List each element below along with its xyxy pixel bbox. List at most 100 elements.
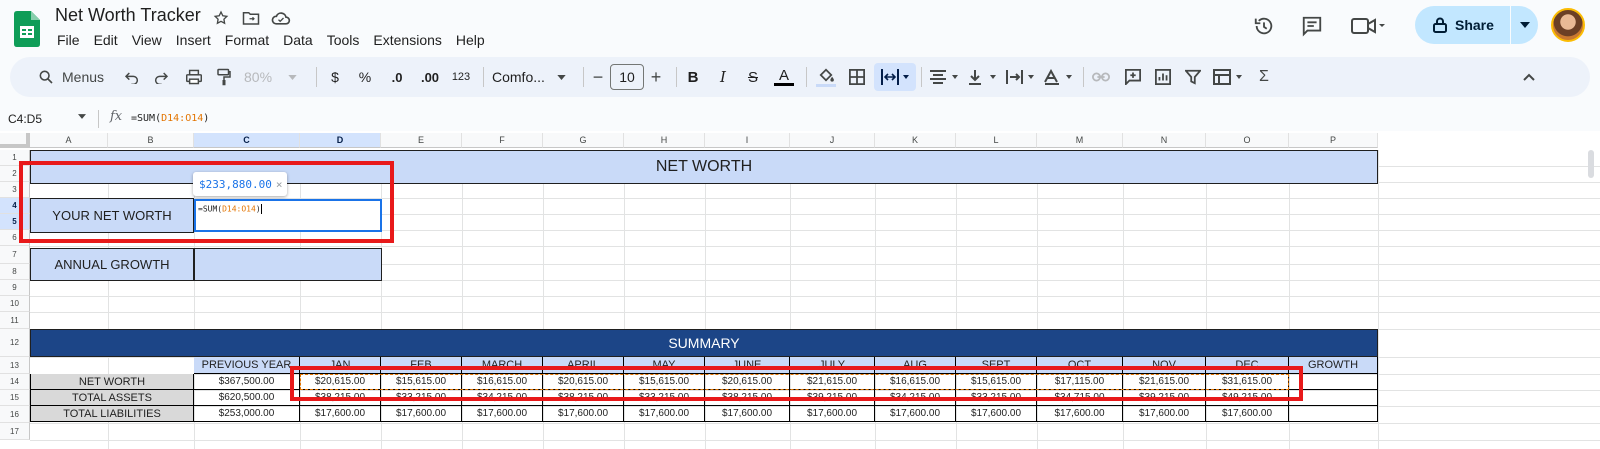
row-header-9[interactable]: 9 [0,280,30,296]
table-cell[interactable]: $17,600.00 [1206,406,1289,422]
menu-tools[interactable]: Tools [320,31,367,49]
borders-icon[interactable] [846,65,868,89]
font-size-decrease-button[interactable]: − [590,65,606,89]
row-header-7[interactable]: 7 [0,246,30,264]
percent-format-button[interactable]: % [356,65,374,89]
summary-title-band[interactable]: SUMMARY [30,329,1378,357]
row-header-14[interactable]: 14 [0,374,30,390]
column-header-k[interactable]: K [875,133,956,148]
column-header-a[interactable]: A [30,133,108,148]
table-cell[interactable]: $367,500.00 [194,374,300,390]
increase-decimal-button[interactable]: .00 [415,65,445,89]
italic-button[interactable]: I [714,65,732,89]
column-header-o[interactable]: O [1206,133,1289,148]
table-cell[interactable]: $17,600.00 [543,406,624,422]
row-header-15[interactable]: 15 [0,390,30,406]
insert-comment-icon[interactable] [1122,65,1144,89]
column-header-m[interactable]: M [1037,133,1123,148]
currency-format-button[interactable]: $ [326,65,344,89]
vertical-align-icon[interactable] [965,65,999,89]
version-history-icon[interactable] [1249,13,1279,39]
strikethrough-button[interactable]: S [744,65,762,89]
table-cell[interactable]: $253,000.00 [194,406,300,422]
more-formats-button[interactable]: 123 [448,65,474,89]
paint-format-icon[interactable] [212,65,236,89]
filter-icon[interactable] [1182,65,1204,89]
menu-help[interactable]: Help [449,31,492,49]
merge-cells-icon[interactable] [874,63,916,91]
row-header-8[interactable]: 8 [0,264,30,280]
row-header-16[interactable]: 16 [0,406,30,423]
table-header-cell[interactable]: PREVIOUS YEAR [194,357,300,374]
column-header-g[interactable]: G [543,133,624,148]
undo-icon[interactable] [120,65,144,89]
column-header-i[interactable]: I [705,133,790,148]
avatar[interactable] [1551,8,1585,42]
annual-growth-value-cell[interactable] [194,248,382,281]
search-menus[interactable]: Menus [28,63,114,91]
menu-data[interactable]: Data [276,31,320,49]
table-cell[interactable]: $17,600.00 [705,406,790,422]
insert-chart-icon[interactable] [1152,65,1174,89]
table-cell[interactable]: $17,600.00 [624,406,705,422]
collapse-toolbar-icon[interactable] [1518,65,1540,89]
table-cell[interactable]: $17,600.00 [381,406,462,422]
text-rotation-icon[interactable] [1041,65,1075,89]
document-title[interactable]: Net Worth Tracker [55,5,201,26]
select-all-corner[interactable] [0,133,30,148]
font-select[interactable]: Comfo... [492,65,572,89]
share-button[interactable]: Share [1415,6,1538,44]
table-cell[interactable]: $17,600.00 [790,406,875,422]
chevron-down-icon[interactable] [78,114,86,119]
table-cell[interactable]: $17,600.00 [462,406,543,422]
table-cell[interactable]: $17,600.00 [875,406,956,422]
text-color-button[interactable]: A [772,65,796,89]
column-header-b[interactable]: B [108,133,194,148]
column-header-f[interactable]: F [462,133,543,148]
column-header-j[interactable]: J [790,133,875,148]
row-header-13[interactable]: 13 [0,357,30,374]
functions-button[interactable]: Σ [1253,65,1275,89]
row-header-11[interactable]: 11 [0,312,30,329]
row-header-10[interactable]: 10 [0,296,30,312]
column-header-e[interactable]: E [381,133,462,148]
table-cell[interactable]: $17,600.00 [1123,406,1206,422]
menu-view[interactable]: View [125,31,169,49]
table-cell[interactable]: $17,600.00 [1037,406,1123,422]
menu-extensions[interactable]: Extensions [366,31,448,49]
column-header-l[interactable]: L [956,133,1037,148]
decrease-decimal-button[interactable]: .0 [384,65,410,89]
comments-icon[interactable] [1297,13,1327,39]
menu-format[interactable]: Format [218,31,276,49]
vertical-scrollbar[interactable] [1588,150,1594,178]
table-cell[interactable]: $620,500.00 [194,390,300,406]
table-row-label[interactable]: NET WORTH [30,374,194,390]
table-cell[interactable] [1289,406,1378,422]
meet-icon[interactable] [1348,13,1388,39]
font-size-input[interactable]: 10 [610,64,644,90]
move-folder-icon[interactable] [241,8,261,28]
horizontal-align-icon[interactable] [927,65,961,89]
row-header-12[interactable]: 12 [0,329,30,357]
share-main[interactable]: Share [1415,6,1510,44]
sheets-logo-icon[interactable] [14,11,40,47]
menu-edit[interactable]: Edit [87,31,125,49]
print-icon[interactable] [182,65,206,89]
bold-button[interactable]: B [684,65,702,89]
table-row-label[interactable]: TOTAL LIABILITIES [30,406,194,422]
zoom-select[interactable]: 80% [244,65,304,89]
fill-color-icon[interactable] [814,65,838,89]
name-box[interactable]: C4:D5 [0,108,96,130]
text-wrapping-icon[interactable] [1003,65,1037,89]
column-header-d[interactable]: D [300,133,381,148]
filter-views-icon[interactable] [1211,65,1247,89]
column-header-c[interactable]: C [194,133,300,148]
insert-link-icon[interactable] [1090,65,1112,89]
table-cell[interactable]: $17,600.00 [300,406,381,422]
redo-icon[interactable] [149,65,173,89]
font-size-increase-button[interactable]: + [648,65,664,89]
annual-growth-label[interactable]: ANNUAL GROWTH [30,248,194,281]
star-icon[interactable] [211,8,231,28]
formula-input[interactable]: =SUM(D14:O14) [131,113,209,124]
menu-file[interactable]: File [50,31,87,49]
